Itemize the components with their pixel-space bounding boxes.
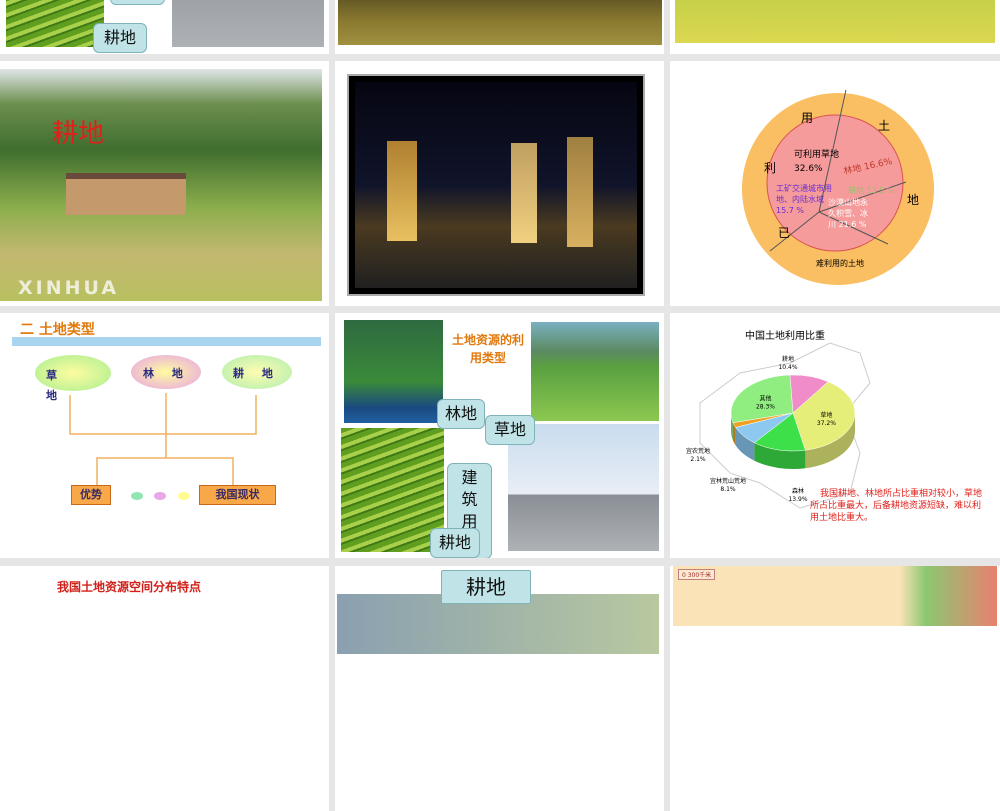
slide-4-thumbnail[interactable]: 耕地 XINHUA — [0, 61, 329, 306]
pie-value-label: 8.1% — [720, 486, 736, 493]
slide-9-thumbnail[interactable]: 中国土地利用比重 耕地 10.4% 草地 37.2% 森林 13.9% 宜林荒山荒地 8.1%… — [670, 313, 1000, 558]
slide-10-thumbnail[interactable]: 我国土地资源空间分布特点 — [0, 566, 329, 811]
callout-forest: 林地 — [437, 399, 485, 429]
label-grass-pct: 32.6% — [794, 164, 823, 174]
box-china-status: 我国现状 — [199, 485, 276, 505]
pie-label: 宜林荒山荒地 — [710, 477, 746, 485]
slide-8-thumbnail[interactable]: 土地资源的利用类型 林地 草地 建筑用地 耕地 — [335, 313, 664, 558]
scroll-banner-farmland: 耕地 — [441, 570, 531, 604]
slide-7-thumbnail[interactable]: 二 土地类型 草 地 林 地 耕 地 优势 我国现状 — [0, 313, 329, 558]
pie-label: 森林 — [792, 487, 804, 495]
label-farmland: 耕地 13.5 % — [848, 186, 895, 195]
slide-5-thumbnail[interactable] — [335, 61, 664, 306]
slide-8-title: 土地资源的利用类型 — [451, 333, 524, 365]
box-advantage: 优势 — [71, 485, 111, 505]
outer-char: 用 — [801, 111, 814, 125]
pie-value-label: 2.1% — [690, 456, 706, 463]
pie-label: 其他 — [759, 395, 771, 403]
pie-label: 宜农荒地 — [686, 447, 710, 455]
map — [673, 566, 997, 626]
pie-value-label: 10.4% — [778, 364, 797, 371]
outer-char: 已 — [778, 226, 791, 240]
terrace-photo — [6, 0, 104, 47]
label-hard-to-use: 难利用的土地 — [816, 259, 864, 268]
rice-field-photo — [675, 0, 995, 43]
outer-char: 地 — [907, 193, 920, 207]
slide-10-title: 我国土地资源空间分布特点 — [57, 580, 202, 594]
slide-6-thumbnail[interactable]: 用 土 地 已 利 可利用草地 32.6% 林地 16.6% 工矿交通城市用地、… — [670, 61, 1000, 306]
slide-3-thumbnail[interactable] — [670, 0, 1000, 54]
house — [66, 173, 186, 215]
pie-value-label: 28.3% — [756, 404, 775, 411]
pie-value-label: 37.2% — [817, 420, 836, 427]
tower-3 — [567, 137, 593, 247]
pie-value-label: 13.9% — [788, 496, 807, 503]
slide-2-thumbnail[interactable] — [335, 0, 664, 54]
city-photo — [172, 0, 324, 47]
callout-farmland: 耕地 — [93, 23, 147, 53]
pie-label: 草地 — [820, 411, 832, 419]
label-industry: 工矿交通城市用地、内陆水域 15.7 % — [776, 184, 832, 215]
slide-12-thumbnail[interactable]: 0 300千米 — [670, 566, 1000, 811]
connector-lines — [69, 393, 257, 500]
callout-partial — [110, 0, 165, 5]
label-desert: 沙漠山地永久积雪、冰川 21.6 % — [828, 198, 868, 229]
outer-char: 土 — [878, 119, 891, 133]
map-scale: 0 300千米 — [678, 569, 716, 580]
xinhua-watermark: XINHUA — [18, 277, 120, 299]
slide-1-thumbnail[interactable]: 耕地 — [0, 0, 329, 54]
callout-grassland: 草地 — [485, 415, 535, 445]
slide-11-thumbnail[interactable]: 耕地 — [335, 566, 664, 811]
slide-4-overlay-text: 耕地 — [52, 119, 105, 149]
pie-label: 耕地 — [782, 355, 794, 363]
outer-char: 利 — [764, 161, 777, 175]
callout-farmland: 耕地 — [430, 528, 480, 558]
tower-1 — [387, 141, 417, 241]
chart-note: 我国耕地、林地所占比重相对较小，草地所占比重最大，后备耕地资源短缺，难以利用土地… — [810, 489, 983, 523]
night-field-photo — [338, 0, 662, 45]
label-grass: 可利用草地 — [794, 150, 840, 160]
terrace-photo — [341, 428, 444, 552]
grassland-photo — [531, 322, 659, 421]
forest-photo — [344, 320, 443, 423]
tower-2 — [511, 143, 537, 243]
